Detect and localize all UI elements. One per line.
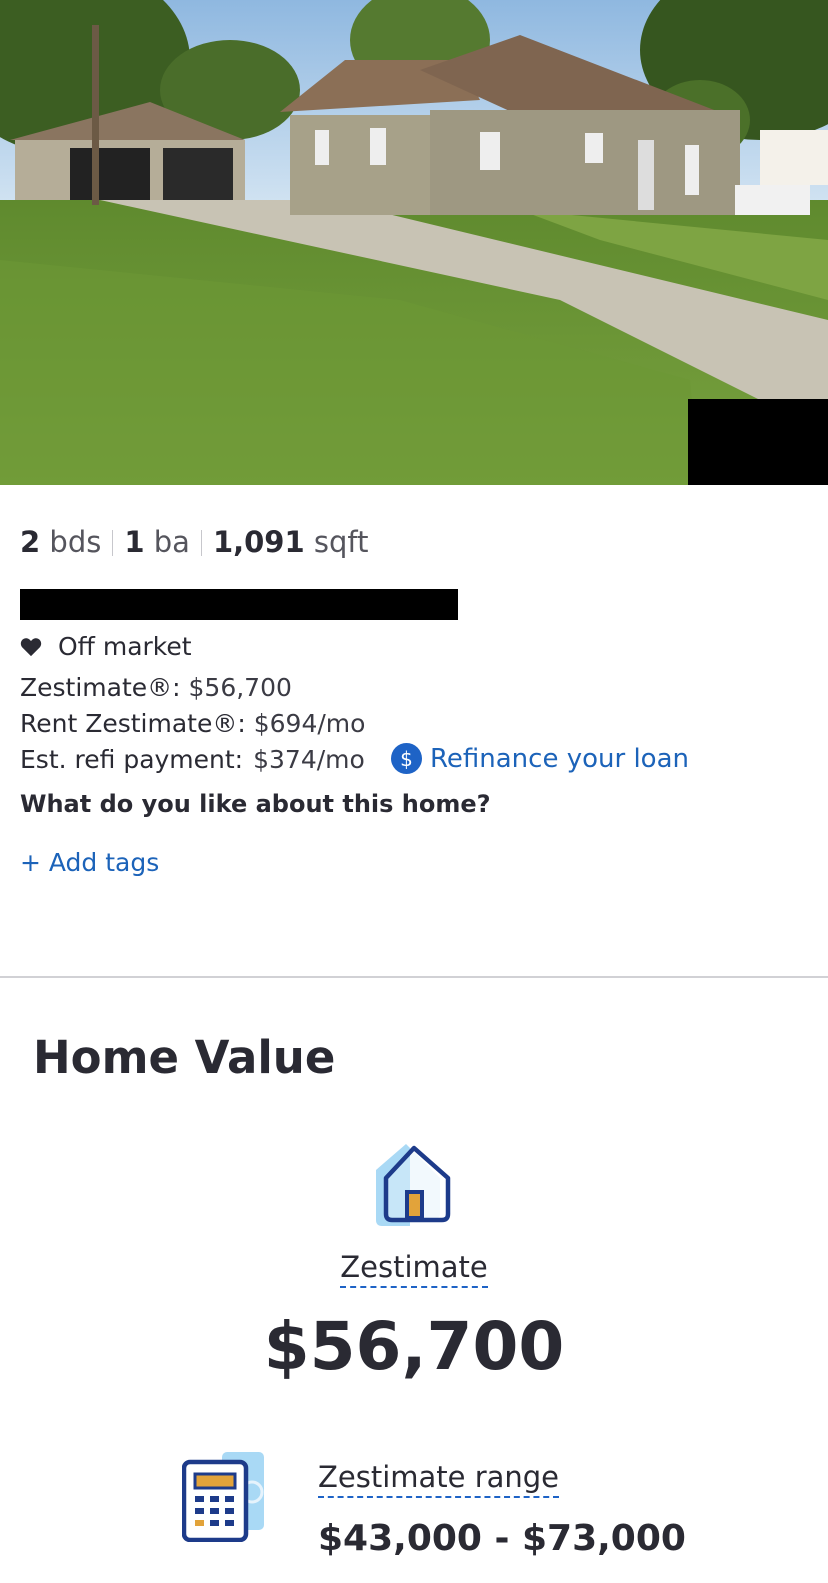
rent-zestimate-value: $694/mo <box>253 709 366 738</box>
zestimate-label: Zestimate®: <box>20 673 181 702</box>
add-tags-button[interactable]: + Add tags <box>20 848 159 878</box>
zestimate-range-heading[interactable]: Zestimate range <box>318 1459 560 1498</box>
redacted-address <box>20 589 458 620</box>
refi-payment-value: $374/mo <box>253 745 365 774</box>
zestimate-heading[interactable]: Zestimate <box>0 1249 828 1288</box>
zestimate-value: $56,700 <box>188 673 292 702</box>
rent-zestimate-line: Rent Zestimate®: $694/mo <box>20 709 365 739</box>
home-value-title: Home Value <box>33 1031 336 1084</box>
zestimate-line: Zestimate®: $56,700 <box>20 673 292 703</box>
heart-icon[interactable] <box>20 637 42 657</box>
tags-question: What do you like about this home? <box>20 790 491 818</box>
zestimate-range-value: $43,000 - $73,000 <box>318 1518 686 1559</box>
facts-divider <box>200 530 202 556</box>
status-label: Off market <box>58 632 192 661</box>
house-icon <box>376 1144 451 1226</box>
beds-value: 2 <box>20 525 41 559</box>
refi-payment-label: Est. refi payment: <box>20 745 244 774</box>
baths-value: 1 <box>124 525 145 559</box>
baths-unit: ba <box>153 525 190 559</box>
refinance-link[interactable]: $ Refinance your loan <box>391 743 689 774</box>
zestimate-amount: $56,700 <box>263 1308 565 1385</box>
facts-divider <box>112 530 114 556</box>
sqft-value: 1,091 <box>212 525 305 559</box>
sqft-unit: sqft <box>313 525 369 559</box>
rent-zestimate-label: Rent Zestimate®: <box>20 709 246 738</box>
refinance-link-label: Refinance your loan <box>430 743 689 774</box>
zestimate-range-label[interactable]: Zestimate range <box>318 1460 560 1498</box>
refi-payment-line: Est. refi payment: $374/mo <box>20 745 365 775</box>
dollar-icon: $ <box>391 743 422 774</box>
property-facts: 2 bds 1 ba 1,091 sqft <box>20 525 368 559</box>
section-divider <box>0 976 828 978</box>
property-photo[interactable] <box>0 0 828 485</box>
zestimate-heading-label[interactable]: Zestimate <box>340 1250 488 1288</box>
listing-status: Off market <box>20 632 192 662</box>
calculator-icon <box>182 1452 264 1542</box>
beds-unit: bds <box>49 525 102 559</box>
